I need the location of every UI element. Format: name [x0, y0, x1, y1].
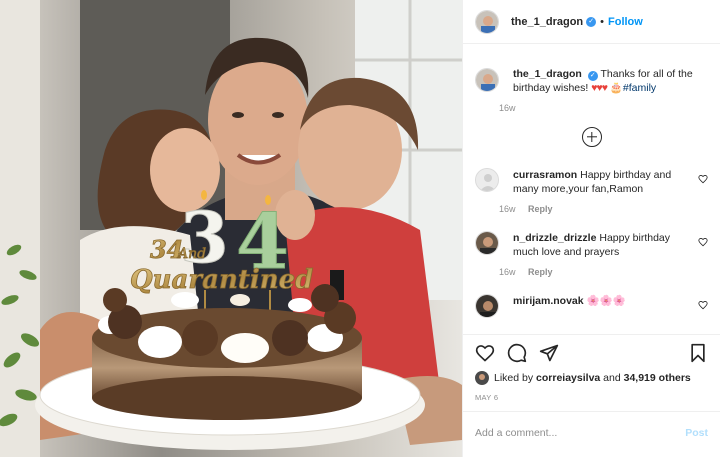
- post-side-panel: the_1_dragon ✓ • Follow the_1_dragon ✓ T…: [462, 0, 720, 457]
- post-date[interactable]: MAY 6: [475, 393, 708, 402]
- commenter-avatar[interactable]: [475, 294, 499, 318]
- likes-and: and: [603, 372, 621, 384]
- author-username[interactable]: the_1_dragon: [511, 16, 583, 28]
- hearts-emoji: ♥♥♥: [591, 82, 608, 94]
- birthday-photo-illustration: 3 4 34 And Quarantined: [0, 0, 462, 457]
- post-photo[interactable]: 3 4 34 And Quarantined: [0, 0, 462, 457]
- caption-text-block: the_1_dragon ✓ Thanks for all of the bir…: [513, 67, 701, 95]
- reply-button[interactable]: Reply: [528, 267, 553, 277]
- caption-avatar[interactable]: [475, 68, 499, 92]
- post-comment-button[interactable]: Post: [685, 427, 708, 439]
- author-avatar[interactable]: [475, 9, 499, 34]
- commenter-username[interactable]: mirijam.novak: [513, 295, 584, 307]
- comment-item: mirijam.novak 🌸🌸🌸: [475, 294, 708, 318]
- comment-meta: 16w Reply: [499, 204, 685, 214]
- verified-badge-icon: ✓: [586, 16, 597, 27]
- hashtag-link[interactable]: #family: [623, 82, 656, 94]
- comment-item: currasramon Happy birthday and many more…: [475, 168, 708, 214]
- reply-button[interactable]: Reply: [528, 204, 553, 214]
- comments-section[interactable]: the_1_dragon ✓ Thanks for all of the bir…: [463, 45, 720, 333]
- comment-age: 16w: [499, 204, 516, 214]
- load-more-wrap: [475, 127, 708, 151]
- svg-text:And: And: [176, 246, 206, 262]
- post-actions: Liked by correiaysilva and 34,919 others…: [463, 334, 720, 402]
- add-comment-bar: Post: [463, 411, 720, 453]
- liker-avatar[interactable]: [475, 371, 489, 385]
- caption-meta: 16w: [499, 103, 701, 113]
- comment-text-block: mirijam.novak 🌸🌸🌸: [513, 294, 685, 308]
- commenter-avatar[interactable]: [475, 168, 499, 192]
- caption: the_1_dragon ✓ Thanks for all of the bir…: [475, 45, 708, 113]
- commenter-avatar[interactable]: [475, 231, 499, 255]
- like-comment-heart-icon[interactable]: [698, 300, 708, 310]
- comment-text-block: n_drizzle_drizzle Happy birthday much lo…: [513, 231, 685, 259]
- comment-bubble-icon[interactable]: [507, 343, 527, 363]
- verified-badge-icon: ✓: [587, 71, 598, 81]
- like-comment-heart-icon[interactable]: [698, 237, 708, 247]
- load-more-comments-button[interactable]: [581, 127, 602, 147]
- commenter-username[interactable]: currasramon: [513, 169, 577, 181]
- action-icons: [475, 335, 708, 371]
- flower-emojis: 🌸🌸🌸: [586, 295, 626, 307]
- caption-age: 16w: [499, 103, 516, 113]
- like-comment-heart-icon[interactable]: [698, 174, 708, 184]
- separator-dot: •: [600, 15, 604, 28]
- like-heart-icon[interactable]: [475, 343, 495, 363]
- cake-emoji-icon: 🎂: [609, 82, 623, 94]
- man-face: [208, 55, 308, 185]
- comment-item: n_drizzle_drizzle Happy birthday much lo…: [475, 231, 708, 277]
- svg-text:Quarantined: Quarantined: [130, 265, 313, 295]
- comment-age: 16w: [499, 267, 516, 277]
- commenter-username[interactable]: n_drizzle_drizzle: [513, 232, 596, 244]
- comment-meta: 16w Reply: [499, 267, 685, 277]
- likes-summary: Liked by correiaysilva and 34,919 others: [475, 371, 708, 385]
- comment-text-block: currasramon Happy birthday and many more…: [513, 168, 685, 196]
- likes-count[interactable]: 34,919 others: [624, 372, 691, 384]
- post-header: the_1_dragon ✓ • Follow: [463, 0, 720, 44]
- liker-username[interactable]: correiaysilva: [536, 372, 600, 384]
- share-paper-plane-icon[interactable]: [539, 343, 559, 363]
- add-comment-input[interactable]: [475, 426, 686, 439]
- caption-username[interactable]: the_1_dragon: [513, 68, 582, 80]
- follow-button[interactable]: Follow: [608, 16, 643, 28]
- bookmark-icon[interactable]: [688, 343, 708, 363]
- likes-prefix: Liked by: [494, 372, 534, 384]
